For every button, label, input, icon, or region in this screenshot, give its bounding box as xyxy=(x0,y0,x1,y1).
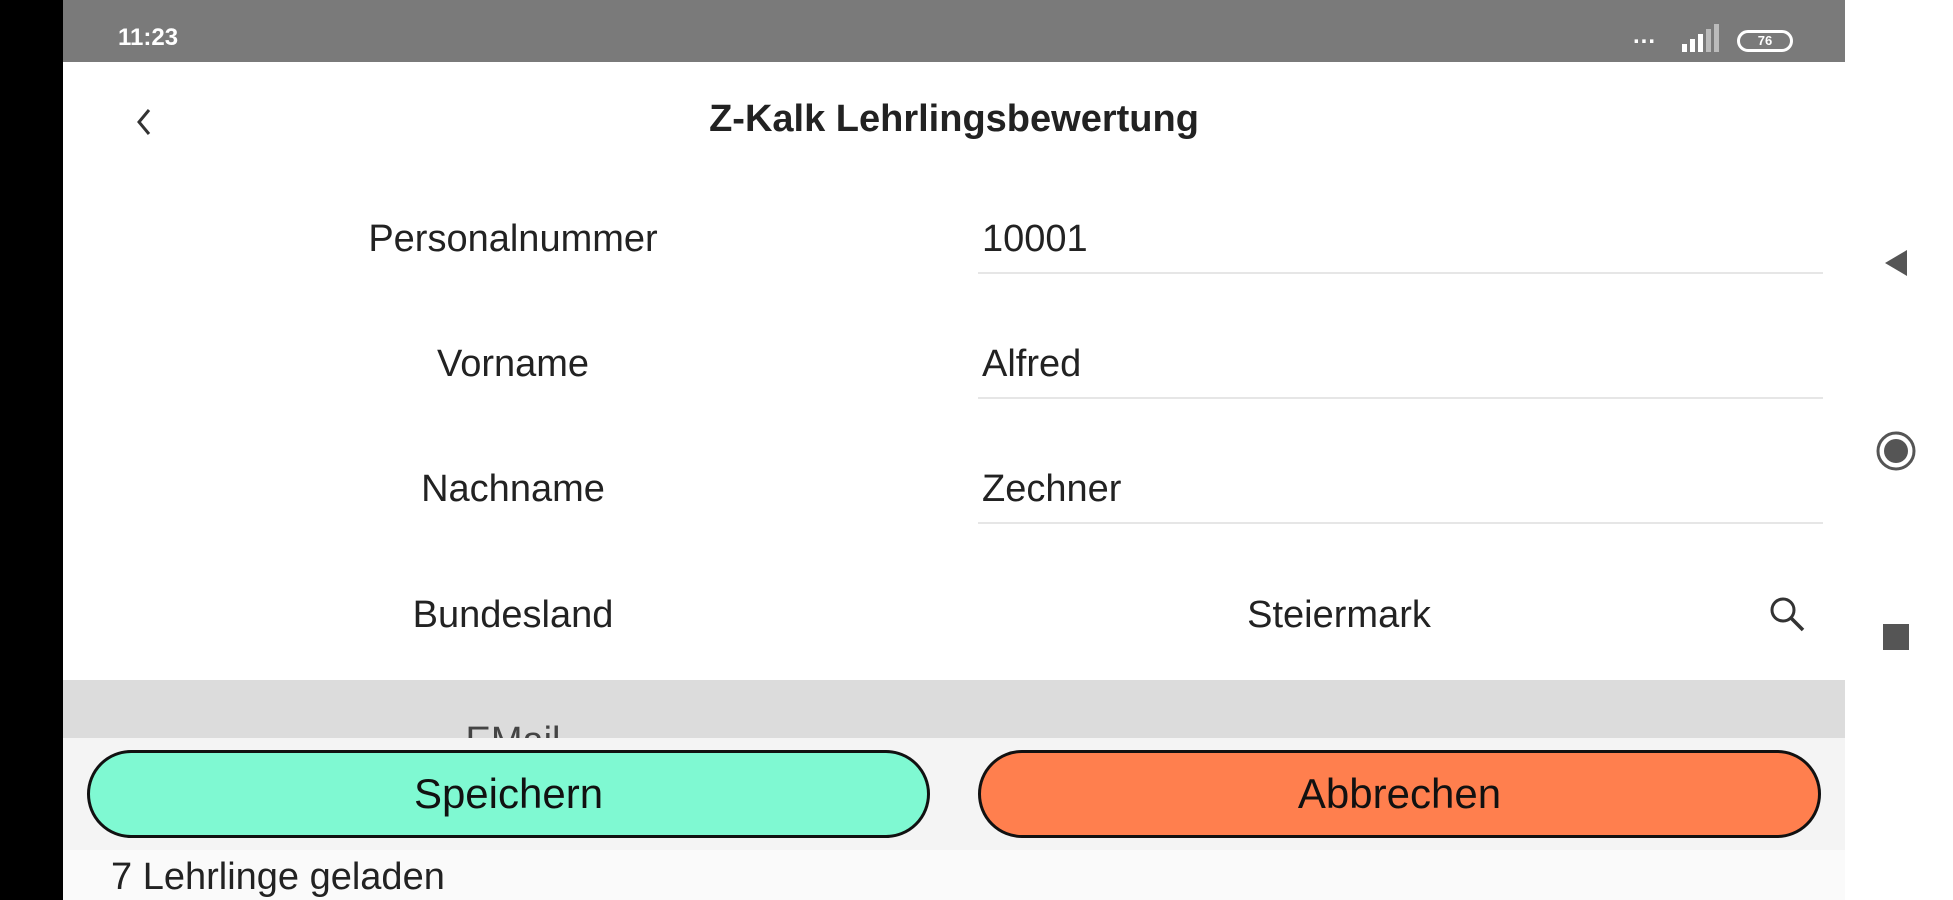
circle-home-icon[interactable] xyxy=(1875,430,1917,472)
system-nav-bar xyxy=(1845,0,1953,900)
page-title: Z-Kalk Lehrlingsbewertung xyxy=(709,98,1199,140)
status-bar: 11:23 ... 76 xyxy=(63,0,1845,62)
personalnummer-field[interactable]: 10001 xyxy=(978,200,1823,274)
status-message: 7 Lehrlinge geladen xyxy=(111,856,445,898)
form-row-vorname: Vorname Alfred xyxy=(63,305,1845,430)
button-bar: Speichern Abbrechen xyxy=(63,738,1845,850)
cancel-button[interactable]: Abbrechen xyxy=(978,750,1821,838)
triangle-back-icon[interactable] xyxy=(1883,248,1909,278)
email-row-partial: EMail xyxy=(63,680,1845,738)
square-recent-icon[interactable] xyxy=(1883,624,1909,650)
left-black-bar xyxy=(0,0,63,900)
footer-status: 7 Lehrlinge geladen xyxy=(63,850,1845,900)
status-dots: ... xyxy=(1633,22,1657,49)
signal-icon xyxy=(1682,24,1719,52)
email-label: EMail xyxy=(63,720,963,738)
vorname-field[interactable]: Alfred xyxy=(978,325,1823,399)
nachname-field[interactable]: Zechner xyxy=(978,450,1823,524)
bundesland-select[interactable]: Steiermark xyxy=(978,576,1823,650)
save-button[interactable]: Speichern xyxy=(87,750,930,838)
personalnummer-value: 10001 xyxy=(982,218,1088,260)
bundesland-label: Bundesland xyxy=(412,594,614,636)
status-time: 11:23 xyxy=(118,24,179,51)
vorname-value: Alfred xyxy=(982,343,1082,385)
bundesland-value: Steiermark xyxy=(1247,594,1431,636)
vorname-label: Vorname xyxy=(436,343,590,385)
app-header: Z-Kalk Lehrlingsbewertung xyxy=(63,62,1845,180)
personalnummer-label: Personalnummer xyxy=(368,218,658,260)
search-icon[interactable] xyxy=(1765,592,1809,636)
form-row-personalnummer: Personalnummer 10001 xyxy=(63,180,1845,305)
nachname-label: Nachname xyxy=(421,468,605,510)
battery-icon: 76 xyxy=(1737,30,1793,52)
app-window: 11:23 ... 76 Z-Kalk Lehrlingsbewertung P… xyxy=(63,0,1845,900)
nachname-value: Zechner xyxy=(982,468,1122,510)
form-row-nachname: Nachname Zechner xyxy=(63,430,1845,555)
form-row-bundesland: Bundesland Steiermark xyxy=(63,556,1845,681)
